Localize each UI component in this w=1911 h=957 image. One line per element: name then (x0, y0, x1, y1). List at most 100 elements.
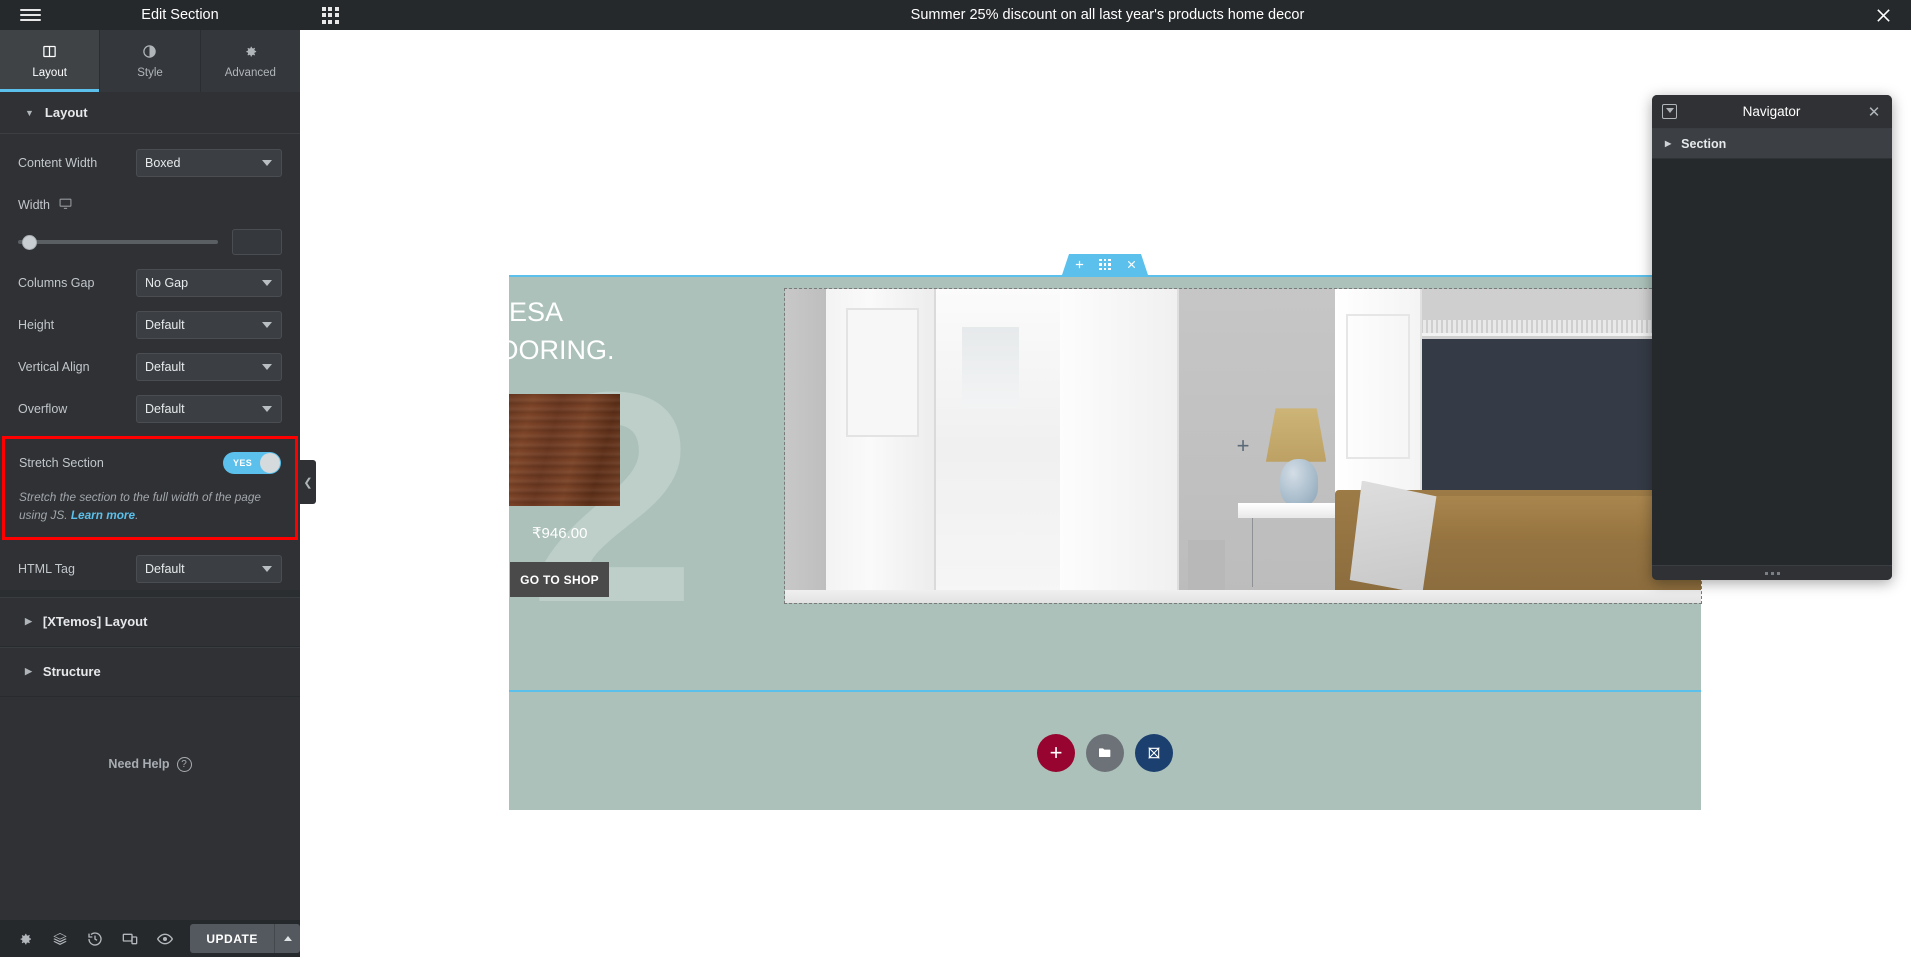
hero-text-column[interactable]: 2 TION TESA EN FLOORING. ₹946.00 GO TO S… (509, 277, 785, 619)
width-label: Width (18, 197, 128, 213)
accordion-xtemos-layout[interactable]: ▶ [XTemos] Layout (0, 596, 300, 647)
html-tag-controls: HTML Tag Default (0, 548, 300, 590)
html-tag-label: HTML Tag (18, 561, 75, 576)
layout-controls: Content Width Boxed Width Columns Gap No… (0, 134, 300, 430)
hero-image-column[interactable]: + (784, 288, 1702, 604)
hamburger-menu-icon[interactable] (0, 0, 60, 30)
navigator-header: Navigator ✕ (1652, 95, 1892, 129)
navigator-item-section[interactable]: ▶ Section (1652, 129, 1892, 159)
update-button[interactable]: UPDATE (189, 924, 275, 953)
width-slider[interactable] (18, 234, 218, 250)
height-value: Default (145, 318, 185, 332)
close-icon[interactable] (1855, 0, 1911, 30)
layout-columns-icon (42, 44, 57, 62)
accordion-structure-label: Structure (42, 664, 101, 680)
history-icon[interactable] (78, 920, 113, 957)
chevron-down-icon (262, 364, 272, 370)
section-add-icon[interactable] (1066, 254, 1092, 275)
elementor-section[interactable]: 2 TION TESA EN FLOORING. ₹946.00 GO TO S… (509, 275, 1702, 810)
overflow-select[interactable]: Default (136, 395, 282, 423)
control-columns-gap: Columns Gap No Gap (18, 262, 282, 304)
chevron-down-icon: ▼ (25, 107, 34, 118)
tab-layout-label: Layout (32, 66, 67, 79)
go-to-shop-button[interactable]: GO TO SHOP (510, 562, 609, 597)
hero-headline: TION TESA EN FLOORING. (509, 293, 785, 370)
chevron-down-icon (262, 322, 272, 328)
tab-style-label: Style (137, 66, 163, 79)
html-tag-select[interactable]: Default (136, 554, 282, 583)
chevron-right-icon: ▶ (25, 616, 32, 627)
apps-grid-icon[interactable] (300, 0, 360, 30)
width-label-text: Width (18, 198, 50, 212)
hero-headline-line1: TION TESA (509, 297, 564, 327)
dock-panel-icon[interactable] (1662, 104, 1677, 119)
navigator-title: Navigator (1742, 104, 1801, 119)
contrast-circle-icon (142, 44, 157, 62)
columns-gap-value: No Gap (145, 276, 189, 290)
width-slider-knob[interactable] (22, 234, 37, 250)
tab-style[interactable]: Style (100, 30, 201, 92)
learn-more-link[interactable]: Learn more (71, 508, 135, 522)
section-highlight-bottom (509, 690, 1701, 692)
layout-section-header[interactable]: ▼ Layout (0, 92, 300, 134)
html-tag-value: Default (145, 561, 185, 576)
accordion-structure[interactable]: ▶ Structure (0, 646, 300, 697)
columns-gap-select[interactable]: No Gap (136, 269, 282, 297)
need-help-link[interactable]: Need Help ? (0, 756, 300, 772)
question-mark-icon: ? (176, 756, 192, 772)
vertical-align-label: Vertical Align (18, 360, 90, 374)
stretch-section-toggle-value: YES (233, 458, 253, 468)
panel-divider (0, 589, 300, 597)
product-thumbnail[interactable] (509, 394, 620, 506)
chevron-down-icon (262, 160, 272, 166)
height-select[interactable]: Default (136, 311, 282, 339)
plus-icon[interactable]: + (1237, 435, 1250, 457)
overflow-label: Overflow (18, 402, 68, 416)
panel-body: ▼ Layout Content Width Boxed Width Colum… (0, 92, 300, 920)
top-bar: Edit Section Summer 25% discount on all … (0, 0, 1911, 30)
preview-eye-icon[interactable] (147, 920, 182, 957)
panel-title: Edit Section (141, 7, 219, 23)
resize-grip-icon (1764, 571, 1780, 575)
layers-icon[interactable] (43, 920, 78, 957)
chevron-up-icon (283, 936, 292, 941)
width-number-input[interactable] (232, 229, 282, 255)
content-width-label: Content Width (18, 156, 98, 170)
lamp-shade (1265, 408, 1327, 462)
control-height: Height Default (18, 304, 282, 346)
control-vertical-align: Vertical Align Default (18, 346, 282, 388)
page-title-bar: Summer 25% discount on all last year's p… (910, 7, 1305, 23)
control-overflow: Overflow Default (18, 388, 282, 430)
navigator-panel: Navigator ✕ ▶ Section (1652, 95, 1892, 580)
tab-advanced[interactable]: Advanced (201, 30, 300, 92)
content-width-select[interactable]: Boxed (136, 149, 282, 177)
chevron-down-icon (262, 406, 272, 412)
toggle-knob (260, 453, 280, 473)
panel-collapse-handle[interactable]: ❮ (300, 460, 316, 504)
desktop-icon[interactable] (59, 197, 72, 213)
close-icon[interactable]: ✕ (1866, 103, 1882, 121)
vertical-align-select[interactable]: Default (136, 353, 282, 381)
layout-section-title: Layout (44, 105, 88, 120)
gear-icon (243, 44, 258, 62)
add-template-button[interactable] (1086, 734, 1124, 772)
vertical-align-value: Default (145, 360, 185, 374)
control-content-width: Content Width Boxed (18, 142, 282, 184)
height-label: Height (18, 318, 55, 332)
update-options-button[interactable] (274, 924, 300, 953)
product-price: ₹946.00 (532, 525, 588, 542)
gear-icon[interactable] (8, 920, 43, 957)
navigator-item-label: Section (1681, 136, 1727, 151)
section-drag-handle-icon[interactable] (1092, 254, 1118, 275)
panel-tabs: Layout Style Advanced (0, 30, 300, 92)
add-new-section-button[interactable]: + (1037, 734, 1075, 772)
navigator-resize-grip[interactable] (1652, 565, 1892, 580)
section-remove-icon[interactable] (1118, 254, 1144, 275)
control-html-tag: HTML Tag Default (18, 548, 282, 590)
editor-panel: Layout Style Advanced ▼ Layout Content W… (0, 30, 300, 957)
tab-layout[interactable]: Layout (0, 30, 101, 92)
stretch-section-toggle[interactable]: YES (223, 452, 281, 474)
chevron-right-icon[interactable]: ▶ (1665, 139, 1671, 148)
responsive-mode-icon[interactable] (112, 920, 147, 957)
xtemos-templates-button[interactable] (1135, 734, 1173, 772)
